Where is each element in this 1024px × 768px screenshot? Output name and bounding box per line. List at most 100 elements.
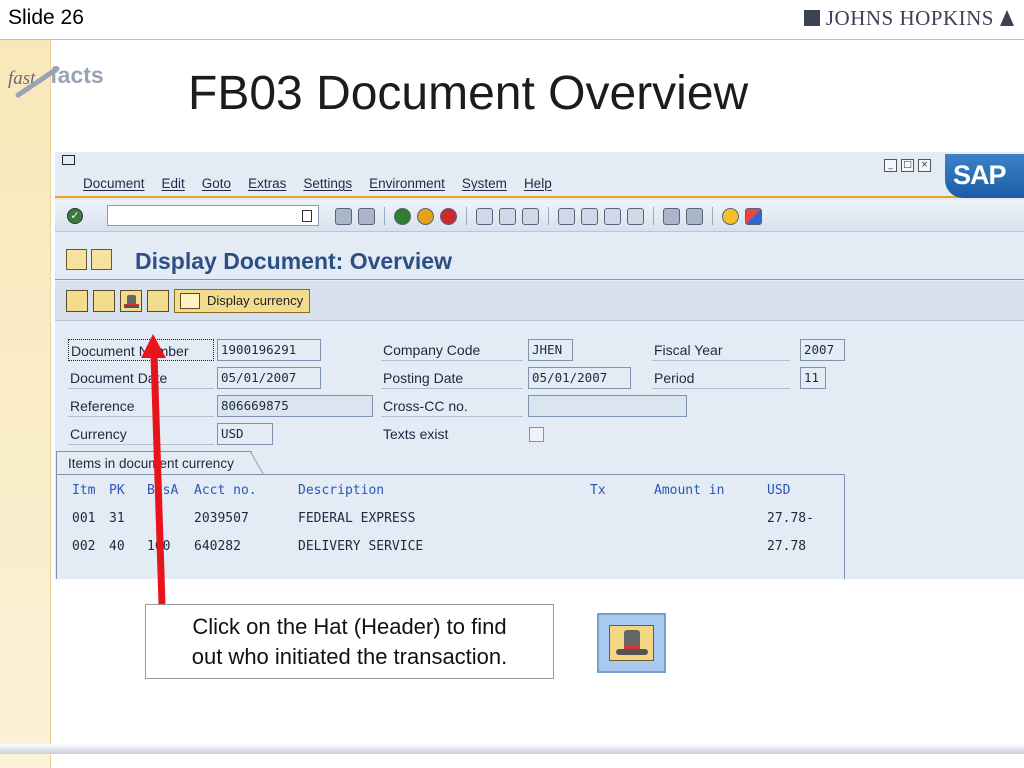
cross-cc-field[interactable] [528, 395, 687, 417]
row-description: DELIVERY SERVICE [298, 539, 424, 554]
reference-label: Reference [68, 395, 214, 417]
close-icon[interactable]: × [918, 159, 931, 172]
posting-date-field[interactable]: 05/01/2007 [528, 367, 631, 389]
row-amount: 27.78- [767, 511, 814, 526]
create-session-icon[interactable] [663, 207, 680, 225]
row-pk: 31 [109, 511, 125, 526]
back-arrow-icon[interactable] [335, 207, 352, 225]
help-icon[interactable] [722, 207, 739, 225]
cancel-icon[interactable] [440, 207, 457, 225]
display-currency-button[interactable]: Display currency [174, 289, 311, 313]
menu-goto[interactable]: Goto [202, 176, 231, 191]
period-field[interactable]: 11 [800, 367, 826, 389]
callout-line-1: Click on the Hat (Header) to find [192, 614, 507, 639]
column-pk: PK [109, 483, 125, 498]
currency-field[interactable]: USD [217, 423, 273, 445]
display-currency-label: Display currency [207, 293, 304, 308]
menu-bar: Document Edit Goto Extras Settings Envir… [55, 152, 1024, 198]
save-icon[interactable] [358, 207, 375, 225]
menu-settings[interactable]: Settings [303, 176, 352, 191]
row-acct: 2039507 [194, 511, 249, 526]
taxes-icon[interactable] [147, 290, 169, 312]
row-description: FEDERAL EXPRESS [298, 511, 416, 526]
row-acct: 640282 [194, 539, 241, 554]
change-display-icon[interactable] [66, 290, 88, 312]
row-amount: 27.78 [767, 539, 807, 554]
row-itm: 001 [72, 511, 96, 526]
column-amount: Amount in [654, 483, 725, 498]
layout-menu-icon[interactable] [745, 207, 762, 225]
find-icon[interactable] [499, 207, 516, 225]
menu-document[interactable]: Document [83, 176, 145, 191]
logo-text: JOHNS HOPKINS [825, 5, 994, 30]
next-page-icon[interactable] [604, 207, 621, 225]
hat-icon-frame [609, 625, 654, 661]
johns-hopkins-logo: JOHNS HOPKINS [803, 4, 1014, 32]
company-code-field[interactable]: JHEN [528, 339, 573, 361]
screen-title: Display Document: Overview [135, 248, 452, 274]
menu-environment[interactable]: Environment [369, 176, 445, 191]
toolbar-separator [653, 207, 654, 225]
column-busa: BusA [147, 483, 179, 498]
document-number-label: Document Number [68, 339, 214, 361]
fiscal-year-field[interactable]: 2007 [800, 339, 845, 361]
window-controls: _ □ × [884, 159, 931, 172]
toolbar-separator [466, 207, 467, 225]
exit-icon[interactable] [417, 207, 434, 225]
menu-edit[interactable]: Edit [162, 176, 185, 191]
back-icon[interactable] [394, 207, 411, 225]
hat-brim [616, 649, 648, 655]
document-number-field[interactable]: 1900196291 [217, 339, 321, 361]
documents-icon[interactable] [66, 249, 87, 270]
menu-items: Document Edit Goto Extras Settings Envir… [83, 176, 569, 191]
menu-help[interactable]: Help [524, 176, 552, 191]
maximize-icon[interactable]: □ [901, 159, 914, 172]
command-field[interactable] [107, 205, 319, 226]
column-acct: Acct no. [194, 483, 257, 498]
document-header-fields: Document Number 1900196291 Company Code … [55, 322, 1024, 452]
title-bar: Display Document: Overview [55, 240, 1024, 280]
document-header-hat-icon[interactable] [120, 290, 142, 312]
menu-extras[interactable]: Extras [248, 176, 286, 191]
note-icon[interactable] [91, 249, 112, 270]
document-date-field[interactable]: 05/01/2007 [217, 367, 321, 389]
column-tx: Tx [590, 483, 606, 498]
fast-facts-logo: fast facts [4, 62, 114, 132]
column-itm: Itm [72, 483, 96, 498]
previous-page-icon[interactable] [581, 207, 598, 225]
column-currency: USD [767, 483, 791, 498]
currency-label: Currency [68, 423, 214, 445]
items-table: Itm PK BusA Acct no. Description Tx Amou… [56, 474, 845, 579]
row-busa: 100 [147, 539, 171, 554]
currency-icon [180, 293, 200, 309]
application-toolbar: Display currency [55, 281, 1024, 321]
find-next-icon[interactable] [522, 207, 539, 225]
menu-system[interactable]: System [462, 176, 507, 191]
minimize-icon[interactable]: _ [884, 159, 897, 172]
texts-exist-checkbox[interactable] [529, 427, 544, 442]
print-icon[interactable] [476, 207, 493, 225]
cross-cc-label: Cross-CC no. [381, 395, 523, 417]
overview-icon[interactable] [93, 290, 115, 312]
left-accent-strip [0, 40, 51, 768]
slide-title: FB03 Document Overview [188, 67, 749, 120]
row-pk: 40 [109, 539, 125, 554]
enter-icon[interactable]: ✓ [67, 208, 83, 224]
shortcut-icon[interactable] [686, 207, 703, 225]
shield-icon [803, 10, 820, 26]
slide-header-bar: Slide 26 JOHNS HOPKINS [0, 0, 1024, 40]
command-history-icon[interactable] [302, 210, 312, 222]
reference-field[interactable]: 806669875 [217, 395, 373, 417]
toolbar-icons [335, 207, 762, 225]
app-toolbar-icons: Display currency [66, 289, 311, 313]
items-tab[interactable]: Items in document currency [56, 451, 252, 475]
texts-exist-label: Texts exist [383, 426, 449, 442]
last-page-icon[interactable] [627, 207, 644, 225]
sap-logo-text: SAP [953, 160, 1007, 190]
window-menu-icon[interactable] [62, 155, 75, 165]
period-label: Period [652, 367, 790, 389]
bottom-rule [0, 744, 1024, 754]
column-description: Description [298, 483, 385, 498]
standard-toolbar: ✓ [55, 200, 1024, 232]
first-page-icon[interactable] [558, 207, 575, 225]
